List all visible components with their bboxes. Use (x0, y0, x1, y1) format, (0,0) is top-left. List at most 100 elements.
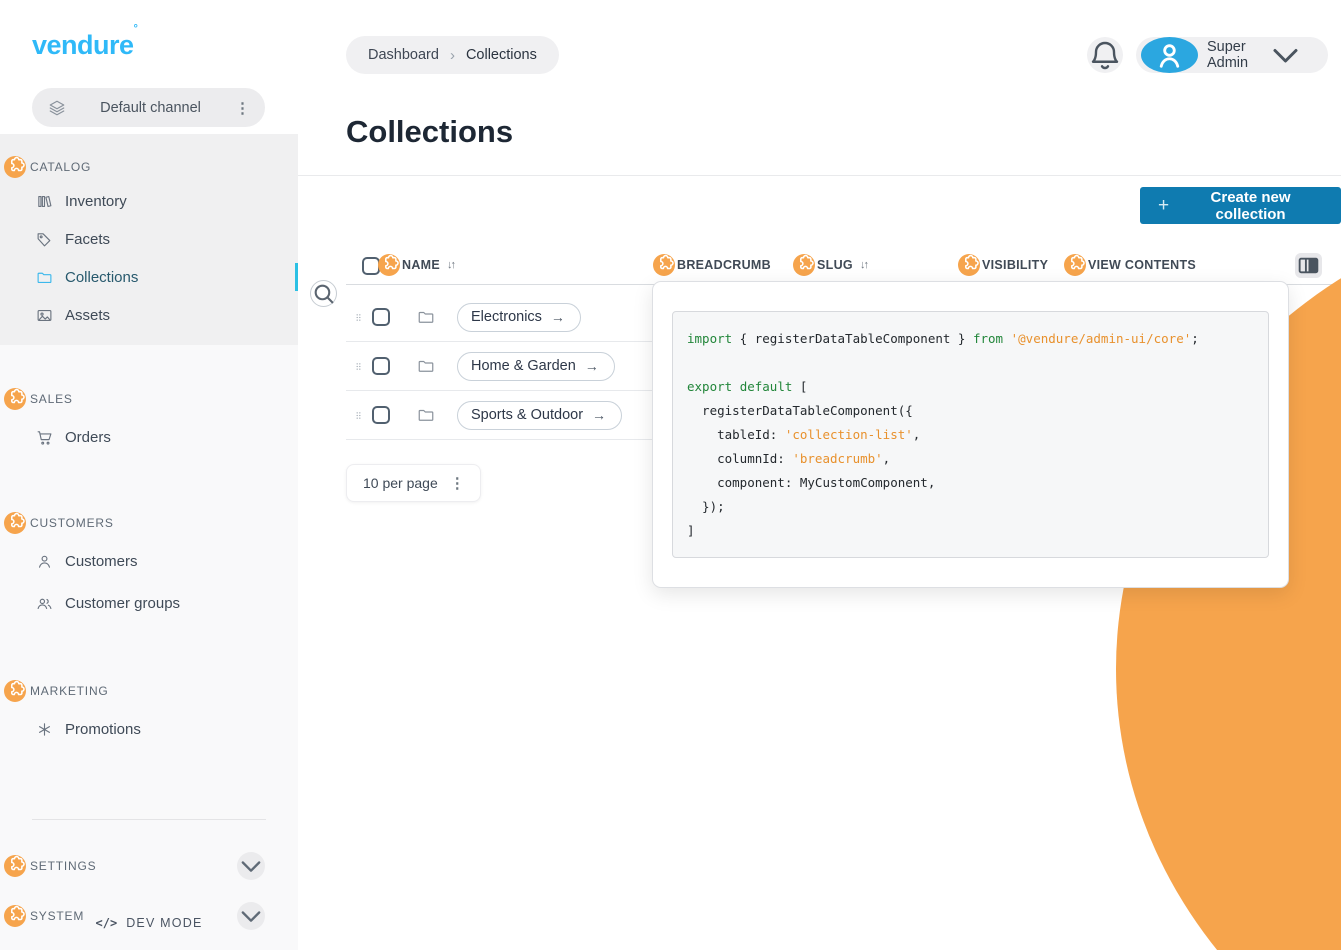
sidebar-item-label: Customer groups (65, 595, 180, 612)
sidebar-header: vendure° Default channel ⋮ (0, 0, 298, 134)
search-toggle-button[interactable] (310, 280, 337, 307)
sidebar-item-customer-groups[interactable]: Customer groups (0, 587, 298, 619)
sidebar-item-label: Orders (65, 429, 111, 446)
dev-plugin-badge[interactable] (653, 254, 675, 276)
column-header-name[interactable]: NAME ↓↑ (378, 254, 454, 276)
sidebar-item-orders[interactable]: Orders (0, 421, 298, 453)
collection-name-chip[interactable]: Home & Garden→ (457, 352, 615, 381)
app-root: vendure° Default channel ⋮ CATALOG Invent… (0, 0, 1341, 950)
dev-plugin-badge[interactable] (4, 156, 26, 178)
folder-icon (417, 357, 435, 375)
dev-plugin-badge[interactable] (4, 680, 26, 702)
channel-label: Default channel (66, 100, 235, 116)
drag-handle-icon[interactable] (354, 359, 363, 374)
kebab-icon[interactable]: ⋮ (235, 99, 251, 117)
dev-mode-label: DEV MODE (126, 916, 202, 930)
breadcrumb-separator: › (450, 47, 455, 64)
column-label: NAME (402, 258, 440, 272)
cart-icon (36, 429, 53, 446)
sort-icon[interactable]: ↓↑ (447, 259, 454, 271)
user-menu[interactable]: Super Admin (1136, 37, 1328, 73)
dev-plugin-badge[interactable] (793, 254, 815, 276)
dev-plugin-badge[interactable] (958, 254, 980, 276)
sidebar-item-assets[interactable]: Assets (0, 299, 298, 331)
code-line: columnId: 'breadcrumb', (687, 447, 1254, 471)
breadcrumb: Dashboard › Collections (346, 36, 559, 74)
breadcrumb-item-collections[interactable]: Collections (466, 47, 537, 63)
nav-section-catalog: CATALOG Inventory Facets Collections Assets (0, 134, 298, 345)
bell-icon (1087, 37, 1123, 73)
items-per-page-button[interactable]: 10 per page ⋮ (346, 464, 481, 502)
sidebar-item-label: Customers (65, 553, 138, 570)
folder-icon (417, 406, 435, 424)
folder-icon (36, 269, 53, 286)
nav-section-sales: SALES Orders (0, 387, 298, 453)
row-checkbox[interactable] (372, 308, 390, 326)
column-header-breadcrumb: BREADCRUMB (653, 254, 771, 276)
code-line: export default [ (687, 375, 1254, 399)
section-label: CUSTOMERS (30, 516, 114, 530)
channel-selector[interactable]: Default channel ⋮ (32, 88, 265, 127)
per-page-label: 10 per page (363, 475, 438, 491)
tag-icon (36, 231, 53, 248)
sidebar-item-promotions[interactable]: Promotions (0, 713, 298, 745)
column-label: BREADCRUMB (677, 258, 771, 272)
collection-name-chip[interactable]: Sports & Outdoor → (457, 401, 622, 430)
dev-plugin-badge[interactable] (4, 388, 26, 410)
inventory-icon (36, 193, 53, 210)
arrow-right-icon: → (551, 309, 565, 325)
collection-name: Electronics (471, 309, 542, 325)
arrow-right-icon: → (592, 407, 606, 423)
column-header-visibility: VISIBILITY (958, 254, 1048, 276)
sidebar-item-label: Collections (65, 269, 138, 286)
notifications-button[interactable] (1087, 37, 1123, 73)
drag-handle-icon[interactable] (354, 408, 363, 423)
dev-plugin-badge[interactable] (4, 855, 26, 877)
section-label: CATALOG (30, 160, 91, 174)
code-line: ] (687, 519, 1254, 543)
asterisk-icon (36, 721, 53, 738)
sidebar-item-facets[interactable]: Facets (0, 223, 298, 255)
sort-icon[interactable]: ↓↑ (860, 259, 867, 271)
section-header-sales: SALES (0, 387, 298, 411)
arrow-right-icon: → (585, 358, 599, 374)
sidebar-item-label: Facets (65, 231, 110, 248)
vendure-logo[interactable]: vendure° (32, 30, 137, 61)
section-label: SALES (30, 392, 73, 406)
code-line: tableId: 'collection-list', (687, 423, 1254, 447)
dev-plugin-badge[interactable] (378, 254, 400, 276)
chevron-down-icon[interactable] (237, 852, 265, 880)
kebab-icon: ⋮ (450, 474, 466, 492)
avatar (1141, 37, 1198, 73)
dev-plugin-badge[interactable] (4, 905, 26, 927)
sidebar-item-collections[interactable]: Collections (0, 261, 298, 293)
divider (298, 175, 1341, 176)
page-title: Collections (346, 114, 513, 150)
collection-name-chip[interactable]: Electronics → (457, 303, 581, 332)
collection-name: Sports & Outdoor (471, 407, 583, 423)
code-line: component: MyCustomComponent, (687, 471, 1254, 495)
divider (32, 819, 266, 820)
dev-plugin-badge[interactable] (4, 512, 26, 534)
dev-plugin-badge[interactable] (1064, 254, 1086, 276)
section-header-marketing: MARKETING (0, 679, 298, 703)
image-icon (36, 307, 53, 324)
code-line: import { registerDataTableComponent } fr… (687, 327, 1254, 351)
nav-section-settings: SETTINGS (0, 852, 298, 880)
drag-handle-icon[interactable] (354, 310, 363, 325)
row-checkbox[interactable] (372, 406, 390, 424)
section-header-settings[interactable]: SETTINGS (0, 852, 298, 880)
breadcrumb-item-dashboard[interactable]: Dashboard (368, 47, 439, 63)
sidebar-item-label: Assets (65, 307, 110, 324)
sidebar-item-customers[interactable]: Customers (0, 545, 298, 577)
code-line: }); (687, 495, 1254, 519)
sidebar-item-inventory[interactable]: Inventory (0, 185, 298, 217)
code-line (687, 351, 1254, 375)
folder-icon (417, 308, 435, 326)
column-label: SLUG (817, 258, 853, 272)
sidebar-item-label: Inventory (65, 193, 127, 210)
dev-mode-button[interactable]: </> DEV MODE (0, 916, 298, 930)
section-header-customers: CUSTOMERS (0, 511, 298, 535)
row-checkbox[interactable] (372, 357, 390, 375)
column-header-slug[interactable]: SLUG ↓↑ (793, 254, 867, 276)
